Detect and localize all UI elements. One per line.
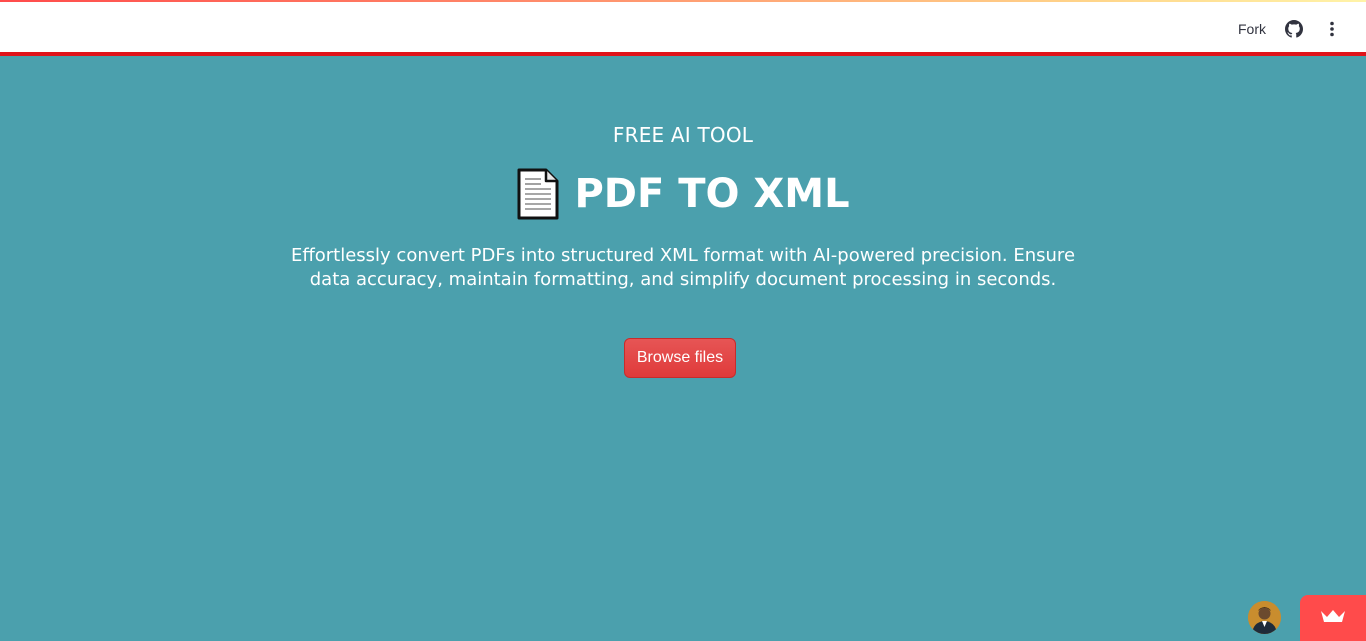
streamlit-badge[interactable] xyxy=(1300,595,1366,641)
page-document-icon xyxy=(516,168,560,220)
title-row: PDF TO XML xyxy=(0,168,1366,220)
vertical-dots-icon[interactable] xyxy=(1322,19,1342,39)
github-icon[interactable] xyxy=(1284,19,1304,39)
app-header: Fork xyxy=(0,2,1366,56)
header-actions: Fork xyxy=(1238,2,1342,56)
user-avatar[interactable] xyxy=(1248,601,1281,634)
eyebrow-label: FREE AI TOOL xyxy=(612,123,754,147)
fork-link[interactable]: Fork xyxy=(1238,21,1266,37)
main-content: FREE AI TOOL PDF TO XML Effortlessly con… xyxy=(0,60,1366,641)
browse-files-button[interactable]: Browse files xyxy=(624,338,736,378)
crown-icon xyxy=(1320,608,1346,629)
page-description: Effortlessly convert PDFs into structure… xyxy=(290,245,1076,290)
page-title: PDF TO XML xyxy=(574,171,850,217)
